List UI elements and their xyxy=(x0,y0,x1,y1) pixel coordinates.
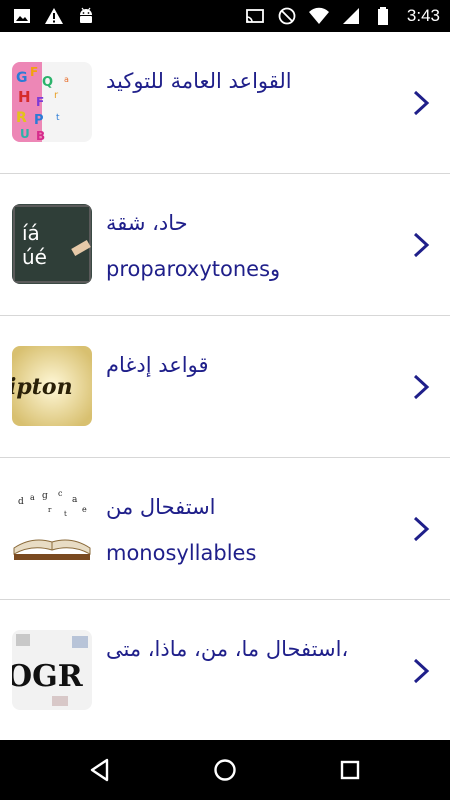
list-item-title: قواعد إدغام xyxy=(106,353,209,377)
list-item[interactable]: ipton قواعد إدغام xyxy=(0,316,450,458)
wifi-icon xyxy=(308,6,329,26)
home-button[interactable] xyxy=(211,756,239,784)
cast-icon xyxy=(245,6,265,26)
battery-icon xyxy=(373,6,393,26)
status-time: 3:43 xyxy=(406,6,440,25)
warning-icon xyxy=(44,6,64,26)
svg-text:B: B xyxy=(36,129,45,142)
svg-text:a: a xyxy=(30,493,35,502)
list-item-title: القواعد العامة للتوكيد xyxy=(106,69,292,93)
back-button[interactable] xyxy=(86,756,114,784)
svg-text:úé: úé xyxy=(22,245,47,269)
svg-text:R: R xyxy=(16,110,27,126)
svg-text:OGR: OGR xyxy=(12,659,84,694)
svg-text:íá: íá xyxy=(22,221,40,245)
svg-text:t: t xyxy=(56,113,60,123)
svg-text:F: F xyxy=(36,95,44,109)
chevron-right-icon xyxy=(412,658,430,684)
svg-text:g: g xyxy=(42,491,48,501)
thumbnail-open-book-letters: d a g c a e t r xyxy=(12,488,92,568)
list-item[interactable]: d a g c a e t r استفحال من monosyllables xyxy=(0,458,450,600)
svg-text:a: a xyxy=(64,75,69,84)
android-icon xyxy=(76,6,96,26)
status-bar: 3:43 xyxy=(0,0,450,32)
navigation-bar xyxy=(0,740,450,800)
svg-text:t: t xyxy=(64,510,67,518)
svg-text:H: H xyxy=(18,88,31,106)
list-item[interactable]: G F Q H F r R P U B t a القواعد العامة ل… xyxy=(0,32,450,174)
svg-text:U: U xyxy=(20,127,30,141)
thumbnail-diptongo-text: ipton xyxy=(12,346,92,426)
thumbnail-colorful-letters: G F Q H F r R P U B t a xyxy=(12,62,92,142)
svg-text:c: c xyxy=(58,489,63,498)
image-icon xyxy=(12,6,32,26)
chevron-right-icon xyxy=(412,90,430,116)
do-not-disturb-icon xyxy=(277,6,297,26)
thumbnail-chalkboard-accents: íá úé xyxy=(12,204,92,284)
chevron-right-icon xyxy=(412,374,430,400)
svg-text:F: F xyxy=(30,65,38,79)
svg-text:G: G xyxy=(16,70,28,86)
svg-text:P: P xyxy=(34,113,44,128)
chevron-right-icon xyxy=(412,516,430,542)
svg-text:a: a xyxy=(72,495,78,505)
list-item[interactable]: OGR ،استفحال ما، من، ماذا، متى xyxy=(0,600,450,740)
svg-text:ipton: ipton xyxy=(12,374,73,400)
list-item-title-line1: استفحال من xyxy=(106,495,216,519)
list-item-title-line2: monosyllables xyxy=(106,541,257,565)
thumbnail-ogr-letters: OGR xyxy=(12,630,92,710)
svg-text:d: d xyxy=(18,497,24,507)
topic-list: G F Q H F r R P U B t a القواعد العامة ل… xyxy=(0,32,450,740)
svg-text:e: e xyxy=(82,505,87,514)
svg-text:Q: Q xyxy=(42,75,53,90)
chevron-right-icon xyxy=(412,232,430,258)
list-item-title: ،استفحال ما، من، ماذا، متى xyxy=(106,637,349,661)
list-item-title-line1: حاد، شقة xyxy=(106,211,188,235)
signal-icon xyxy=(341,6,361,26)
list-item[interactable]: íá úé حاد، شقة وproparoxytones xyxy=(0,174,450,316)
list-item-title: استفحال من monosyllables xyxy=(106,484,406,576)
list-item-title: حاد، شقة وproparoxytones xyxy=(106,200,406,292)
list-item-title-line2: وproparoxytones xyxy=(106,257,281,281)
recents-button[interactable] xyxy=(336,756,364,784)
